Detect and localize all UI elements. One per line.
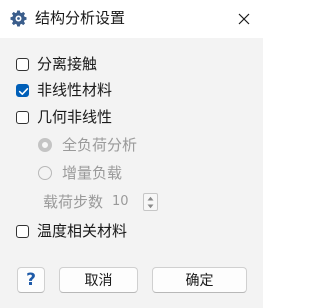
nonlinear-material-label: 非线性材料 bbox=[37, 81, 113, 99]
help-icon: ? bbox=[26, 270, 36, 290]
nonlinear-material-checkbox[interactable] bbox=[16, 83, 29, 97]
spin-up-icon[interactable] bbox=[144, 194, 157, 202]
close-button[interactable] bbox=[231, 6, 257, 32]
temperature-material-option[interactable]: 温度相关材料 bbox=[16, 222, 127, 240]
help-button[interactable]: ? bbox=[17, 267, 45, 293]
separate-contact-checkbox[interactable] bbox=[16, 57, 29, 71]
nonlinear-material-option[interactable]: 非线性材料 bbox=[16, 81, 112, 99]
structural-analysis-settings-dialog: 结构分析设置 分离接触 非线性材料 几何非线性 全负荷分析 增量负载 载荷步数 … bbox=[0, 0, 263, 308]
checkmark-icon bbox=[18, 87, 29, 95]
load-steps-spin-buttons bbox=[143, 193, 158, 211]
temperature-material-label: 温度相关材料 bbox=[37, 222, 128, 240]
ok-button[interactable]: 确定 bbox=[152, 267, 247, 293]
gear-icon bbox=[9, 9, 28, 28]
temperature-material-checkbox[interactable] bbox=[16, 224, 29, 238]
load-steps-label: 载荷步数 bbox=[43, 193, 104, 211]
full-load-analysis-option[interactable]: 全负荷分析 bbox=[38, 136, 137, 154]
separate-contact-option[interactable]: 分离接触 bbox=[16, 55, 97, 73]
spin-down-icon[interactable] bbox=[144, 202, 157, 210]
load-steps-value[interactable]: 10 bbox=[112, 193, 129, 211]
geometric-nonlinear-label: 几何非线性 bbox=[37, 108, 113, 126]
dialog-body: 分离接触 非线性材料 几何非线性 全负荷分析 增量负载 载荷步数 10 温度相关… bbox=[0, 38, 263, 308]
dialog-title: 结构分析设置 bbox=[35, 9, 126, 27]
geometric-nonlinear-checkbox[interactable] bbox=[16, 110, 29, 124]
full-load-analysis-radio[interactable] bbox=[38, 138, 52, 152]
incremental-load-label: 增量负载 bbox=[62, 164, 123, 182]
incremental-load-radio[interactable] bbox=[38, 166, 52, 180]
close-icon bbox=[238, 10, 250, 29]
incremental-load-option[interactable]: 增量负载 bbox=[38, 164, 122, 182]
full-load-analysis-label: 全负荷分析 bbox=[62, 136, 138, 154]
geometric-nonlinear-option[interactable]: 几何非线性 bbox=[16, 108, 112, 126]
separate-contact-label: 分离接触 bbox=[37, 55, 98, 73]
load-steps-spinner[interactable]: 10 bbox=[106, 192, 160, 212]
title-bar[interactable]: 结构分析设置 bbox=[0, 0, 263, 38]
cancel-button[interactable]: 取消 bbox=[59, 267, 138, 293]
